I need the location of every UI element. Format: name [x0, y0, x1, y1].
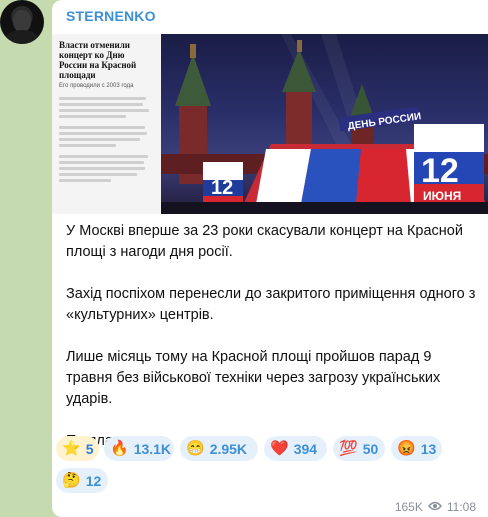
message-paragraph: Лише місяць тому на Красной площі пройшо… — [66, 349, 441, 407]
reaction-count: 13.1K — [133, 440, 172, 457]
reaction-thinking[interactable]: 🤔 12 — [56, 468, 108, 493]
right-screen-month: ИЮНЯ — [423, 189, 461, 203]
message-paragraph: У Москві вперше за 23 роки скасували кон… — [66, 223, 463, 260]
message-bubble: STERNENKO Власти отменили концерт ко Дню… — [52, 0, 488, 517]
view-count: 165K — [394, 500, 423, 514]
grin-icon: 😁 — [186, 440, 205, 457]
news-headline: Власти отменили концерт ко Дню России на… — [59, 40, 137, 80]
avatar-face — [13, 10, 31, 32]
message-meta: 165K 11:08 — [395, 500, 476, 514]
reaction-hundred[interactable]: 💯 50 — [333, 436, 385, 461]
reaction-count: 2.95K — [209, 440, 248, 457]
channel-avatar[interactable] — [0, 0, 44, 44]
reaction-fire[interactable]: 🔥 13.1K — [104, 436, 174, 461]
reaction-count: 12 — [85, 472, 102, 489]
star-icon: ⭐ — [62, 440, 81, 457]
reaction-star[interactable]: ⭐ 5 — [56, 436, 99, 461]
angry-icon: 😡 — [397, 440, 416, 457]
eye-icon — [427, 500, 442, 514]
message-time: 11:08 — [446, 500, 476, 514]
message-paragraph: Захід поспіхом перенесли до закритого пр… — [66, 286, 476, 323]
message-media[interactable]: Власти отменили концерт ко Дню России на… — [52, 34, 488, 214]
reaction-count: 5 — [85, 440, 94, 457]
fire-icon: 🔥 — [110, 440, 129, 457]
reaction-count: 13 — [420, 440, 437, 457]
left-screen-day: 12 — [211, 177, 233, 199]
reaction-count: 394 — [293, 440, 318, 457]
reaction-angry[interactable]: 😡 13 — [391, 436, 442, 461]
concert-photo-art: ДЕНЬ РОССИИ 12 ИЮНЯ 12 ИЮНЯ — [161, 34, 488, 214]
thinking-icon: 🤔 — [62, 472, 81, 489]
heart-icon: ❤️ — [270, 440, 289, 457]
reaction-count: 50 — [362, 440, 379, 457]
right-screen-day: 12 — [421, 152, 459, 190]
avatar-shoulders — [5, 30, 39, 44]
concert-photo: ДЕНЬ РОССИИ 12 ИЮНЯ 12 ИЮНЯ — [161, 34, 488, 214]
reaction-grin[interactable]: 😁 2.95K — [180, 436, 258, 461]
news-screenshot: Власти отменили концерт ко Дню России на… — [52, 34, 161, 214]
channel-name[interactable]: STERNENKO — [66, 8, 156, 24]
hundred-icon: 💯 — [339, 440, 358, 457]
reaction-heart[interactable]: ❤️ 394 — [264, 436, 327, 461]
